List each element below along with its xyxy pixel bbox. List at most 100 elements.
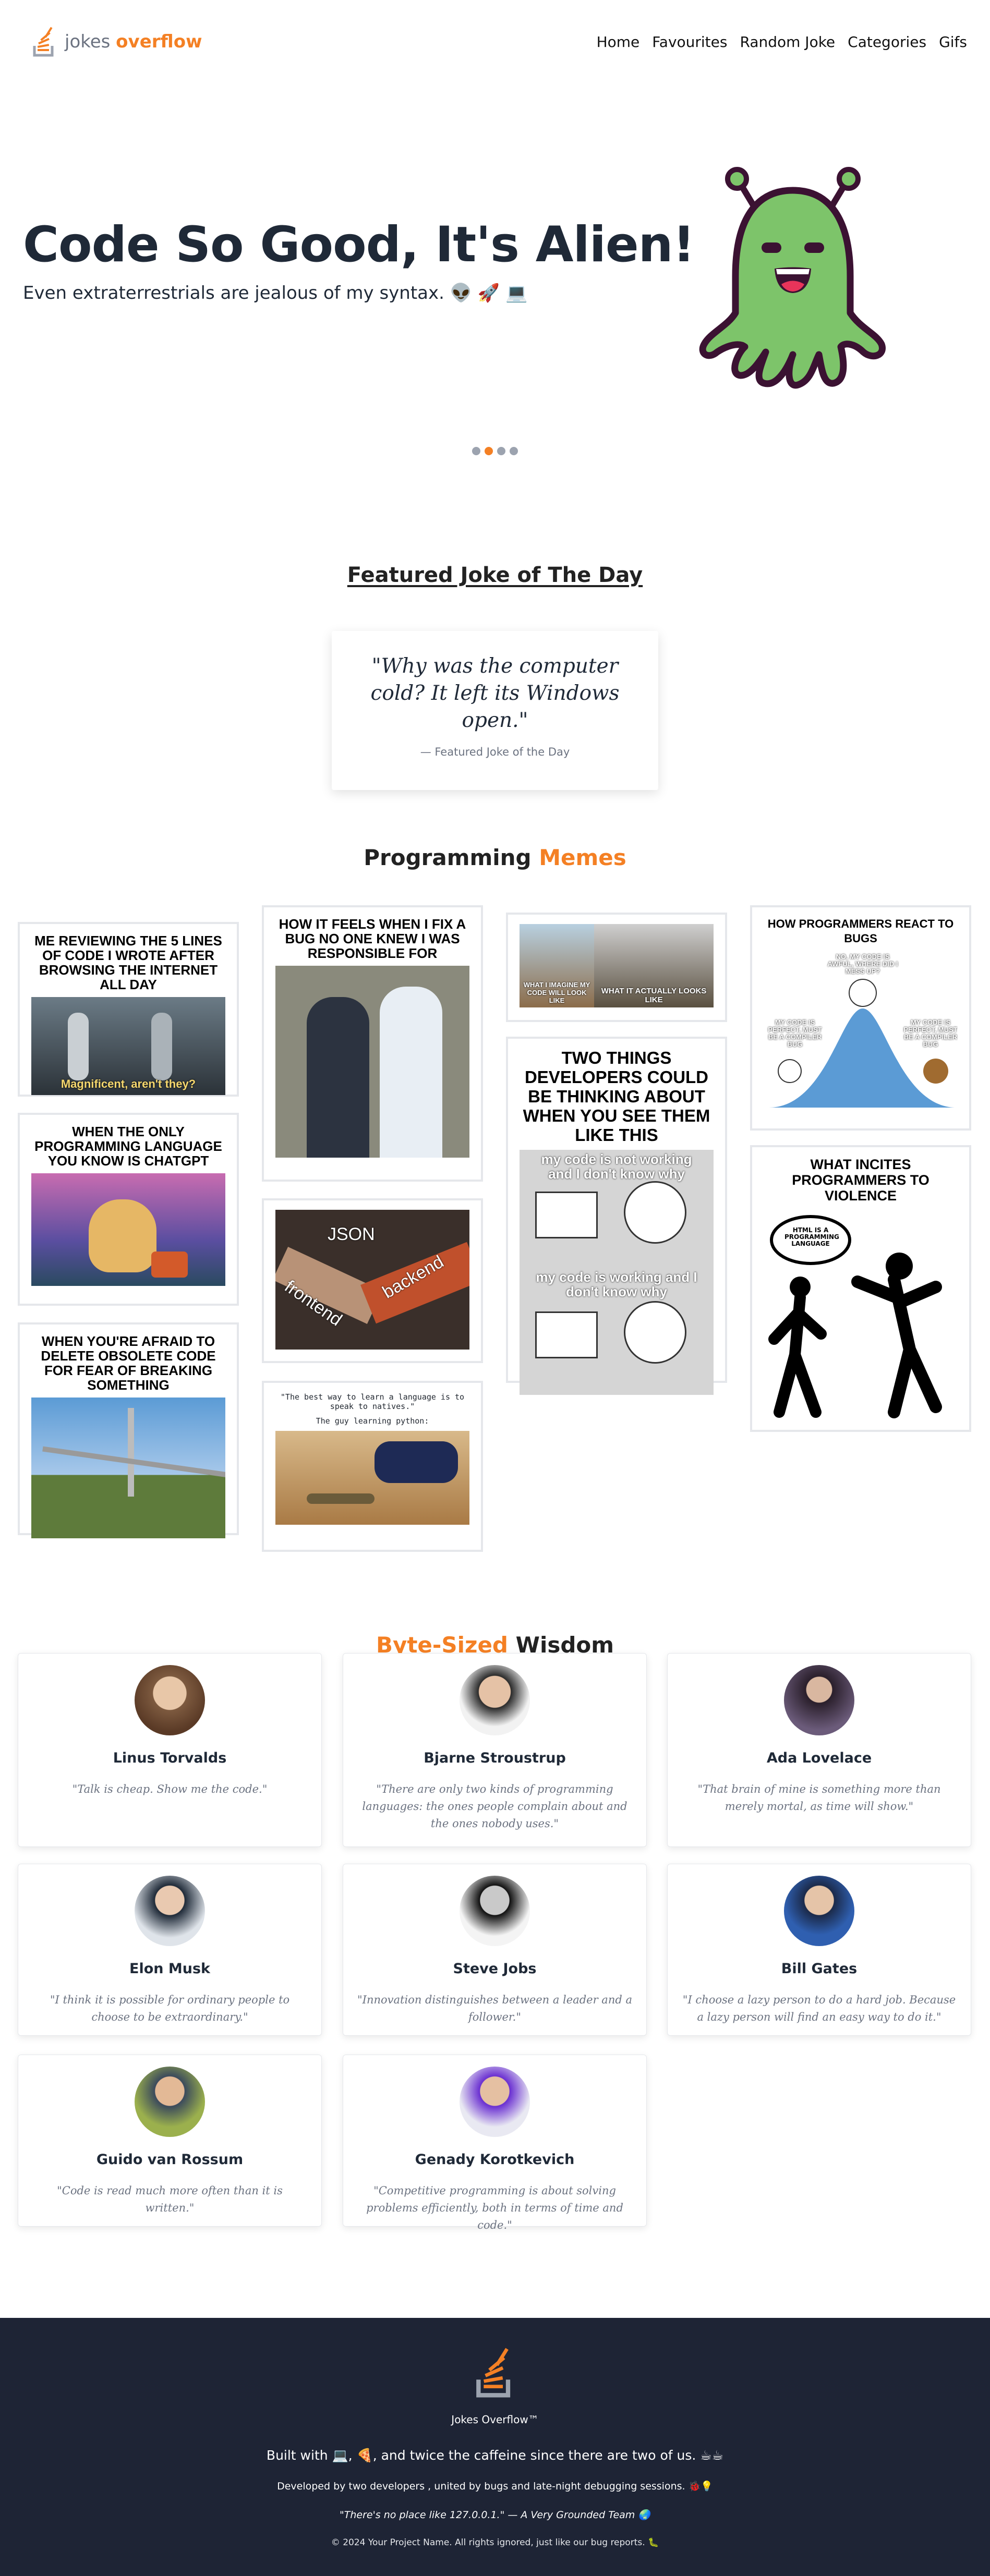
quote-text: "Competitive programming is about solvin…: [366, 2184, 623, 2231]
quote-card: Bill Gates "I choose a lazy person to do…: [667, 1864, 971, 2036]
stack-logo-icon: [33, 27, 54, 57]
carousel-dot-1[interactable]: [472, 447, 480, 455]
alien-illustration: [699, 167, 886, 389]
quote-author: Ada Lovelace: [766, 1750, 872, 1766]
avatar: [460, 1665, 530, 1735]
quote-text: "I choose a lazy person to do a hard job…: [682, 1994, 956, 2023]
meme-image: [31, 1173, 225, 1286]
avatar: [135, 2067, 205, 2137]
avatar: [460, 1876, 530, 1946]
quote-text: "Innovation distinguishes between a lead…: [357, 1994, 632, 2023]
meme-image: my code is not working and I don't know …: [520, 1150, 714, 1395]
meme-caption: WHAT INCITES PROGRAMMERS TO VIOLENCE: [792, 1157, 929, 1204]
meme-image-text: MY CODE IS PERFECT, MUST BE A COMPILER B…: [903, 1018, 958, 1048]
quote-author: Steve Jobs: [453, 1961, 537, 1977]
quote-text: "Code is read much more often than it is…: [57, 2184, 283, 2214]
meme-image-text: my code is not working and I don't know …: [541, 1151, 692, 1182]
quote-card: Elon Musk "I think it is possible for or…: [18, 1864, 322, 2036]
meme-card[interactable]: HOW PROGRAMMERS REACT TO BUGS NO, MY COD…: [750, 905, 971, 1131]
meme-image: NO, MY CODE IS AWFUL, WHERE DID I MESS U…: [764, 951, 958, 1128]
wisdom-grid: Linus Torvalds "Talk is cheap. Show me t…: [0, 1653, 990, 2281]
nav-home[interactable]: Home: [597, 33, 640, 51]
nav-favourites[interactable]: Favourites: [652, 33, 727, 51]
meme-caption: WHEN YOU'RE AFRAID TO DELETE OBSOLETE CO…: [41, 1333, 216, 1393]
footer-brand-name: Jokes Overflow™: [451, 2413, 539, 2426]
meme-image: [31, 1398, 225, 1538]
brand-name: jokes overflow: [65, 31, 202, 52]
featured-joke-section: Featured Joke of The Day "Why was the co…: [0, 469, 990, 845]
meme-caption: WHEN THE ONLY PROGRAMMING LANGUAGE YOU K…: [34, 1124, 222, 1169]
carousel-dot-2[interactable]: [485, 447, 493, 455]
hero-subtitle: Even extraterrestrials are jealous of my…: [23, 283, 528, 303]
meme-image-text: MY CODE IS PERFECT, MUST BE A COMPILER B…: [768, 1018, 822, 1048]
quote-card: Genady Korotkevich "Competitive programm…: [343, 2055, 647, 2231]
quote-text: "I think it is possible for ordinary peo…: [50, 1994, 290, 2023]
meme-card[interactable]: WHEN YOU'RE AFRAID TO DELETE OBSOLETE CO…: [18, 1322, 239, 1538]
meme-image: [275, 1431, 469, 1525]
quote-card: Ada Lovelace "That brain of mine is some…: [667, 1653, 971, 1847]
meme-caption: ME REVIEWING THE 5 LINES OF CODE I WROTE…: [34, 933, 222, 992]
featured-caption: — Featured Joke of the Day: [420, 746, 570, 758]
quote-author: Bjarne Stroustrup: [424, 1750, 566, 1766]
meme-caption: HOW PROGRAMMERS REACT TO BUGS: [767, 917, 954, 945]
carousel-dot-4[interactable]: [510, 447, 518, 455]
memes-grid: ME REVIEWING THE 5 LINES OF CODE I WROTE…: [0, 905, 990, 1632]
avatar: [135, 1876, 205, 1946]
hero-carousel: Code So Good, It's Alien! Even extraterr…: [0, 83, 990, 469]
meme-image: JSON frontend backend: [275, 1210, 469, 1350]
wisdom-section: Byte-Sized Wisdom Linus Torvalds "Talk i…: [0, 1632, 990, 2281]
navbar: jokes overflow Home Favourites Random Jo…: [0, 0, 990, 83]
quote-text: "That brain of mine is something more th…: [697, 1783, 941, 1813]
meme-card[interactable]: WHAT INCITES PROGRAMMERS TO VIOLENCE HTM…: [750, 1145, 971, 1432]
avatar: [784, 1876, 854, 1946]
meme-image-text: NO, MY CODE IS AWFUL, WHERE DID I MESS U…: [827, 953, 898, 975]
nav-links: Home Favourites Random Joke Categories G…: [597, 33, 967, 51]
meme-image-text: my code is working and I don't know why: [536, 1269, 697, 1299]
hero-title: Code So Good, It's Alien!: [23, 216, 695, 273]
meme-card[interactable]: WHEN THE ONLY PROGRAMMING LANGUAGE YOU K…: [18, 1113, 239, 1306]
quote-text: "Talk is cheap. Show me the code.": [72, 1783, 268, 1795]
meme-card[interactable]: WHAT I IMAGINE MY CODE WILL LOOK LIKE WH…: [506, 913, 727, 1022]
featured-quote: "Why was the computer cold? It left its …: [370, 654, 620, 732]
wisdom-title: Byte-Sized Wisdom: [376, 1632, 614, 1653]
nav-categories[interactable]: Categories: [848, 33, 926, 51]
nav-random-joke[interactable]: Random Joke: [740, 33, 835, 51]
footer: Jokes Overflow™ Built with 💻, 🍕, and twi…: [0, 2318, 990, 2576]
memes-section: Programming Memes ME REVIEWING THE 5 LIN…: [0, 845, 990, 1632]
meme-card[interactable]: TWO THINGS DEVELOPERS COULD BE THINKING …: [506, 1037, 727, 1395]
meme-card[interactable]: ME REVIEWING THE 5 LINES OF CODE I WROTE…: [18, 922, 239, 1097]
quote-author: Bill Gates: [781, 1961, 858, 1977]
meme-image: HTML IS A PROGRAMMING LANGUAGE: [764, 1209, 958, 1423]
footer-quote: "There's no place like 127.0.0.1." — A V…: [340, 2509, 650, 2521]
footer-developers: Developed by two developers , united by …: [277, 2481, 713, 2492]
meme-card[interactable]: HOW IT FEELS WHEN I FIX A BUG NO ONE KNE…: [262, 905, 483, 1182]
meme-caption: TWO THINGS DEVELOPERS COULD BE THINKING …: [523, 1048, 710, 1145]
meme-card[interactable]: "The best way to learn a language is to …: [262, 1381, 483, 1552]
brand-logo-link[interactable]: jokes overflow: [31, 26, 202, 57]
quote-author: Elon Musk: [129, 1961, 210, 1977]
footer-tagline: Built with 💻, 🍕, and twice the caffeine …: [266, 2448, 724, 2463]
meme-card[interactable]: JSON frontend backend: [262, 1198, 483, 1363]
quote-author: Guido van Rossum: [96, 2152, 244, 2168]
carousel-dot-3[interactable]: [497, 447, 505, 455]
meme-image-text: WHAT I IMAGINE MY CODE WILL LOOK LIKE: [523, 981, 590, 1004]
quote-card: Linus Torvalds "Talk is cheap. Show me t…: [18, 1653, 322, 1847]
nav-gifs[interactable]: Gifs: [939, 33, 967, 51]
quote-card: Bjarne Stroustrup "There are only two ki…: [343, 1653, 647, 1847]
meme-image-text: WHAT IT ACTUALLY LOOKS LIKE: [601, 987, 707, 1004]
meme-image: WHAT I IMAGINE MY CODE WILL LOOK LIKE WH…: [520, 924, 714, 1007]
meme-image-text: Magnificent, aren't they?: [61, 1077, 196, 1090]
footer-copyright: © 2024 Your Project Name. All rights ign…: [331, 2537, 659, 2548]
avatar: [784, 1665, 854, 1735]
featured-heading: Featured Joke of The Day: [347, 563, 643, 587]
quote-card: Steve Jobs "Innovation distinguishes bet…: [343, 1864, 647, 2036]
quote-author: Genady Korotkevich: [415, 2152, 575, 2168]
meme-image-text: HTML IS A PROGRAMMING LANGUAGE: [784, 1226, 839, 1247]
stack-logo-icon: [476, 2348, 511, 2398]
meme-image: [275, 966, 469, 1158]
carousel-indicators: [0, 447, 990, 455]
meme-caption: The guy learning python:: [316, 1416, 429, 1426]
meme-image: Magnificent, aren't they?: [31, 997, 225, 1095]
meme-image-text: JSON: [328, 1224, 375, 1244]
quote-author: Linus Torvalds: [113, 1750, 227, 1766]
